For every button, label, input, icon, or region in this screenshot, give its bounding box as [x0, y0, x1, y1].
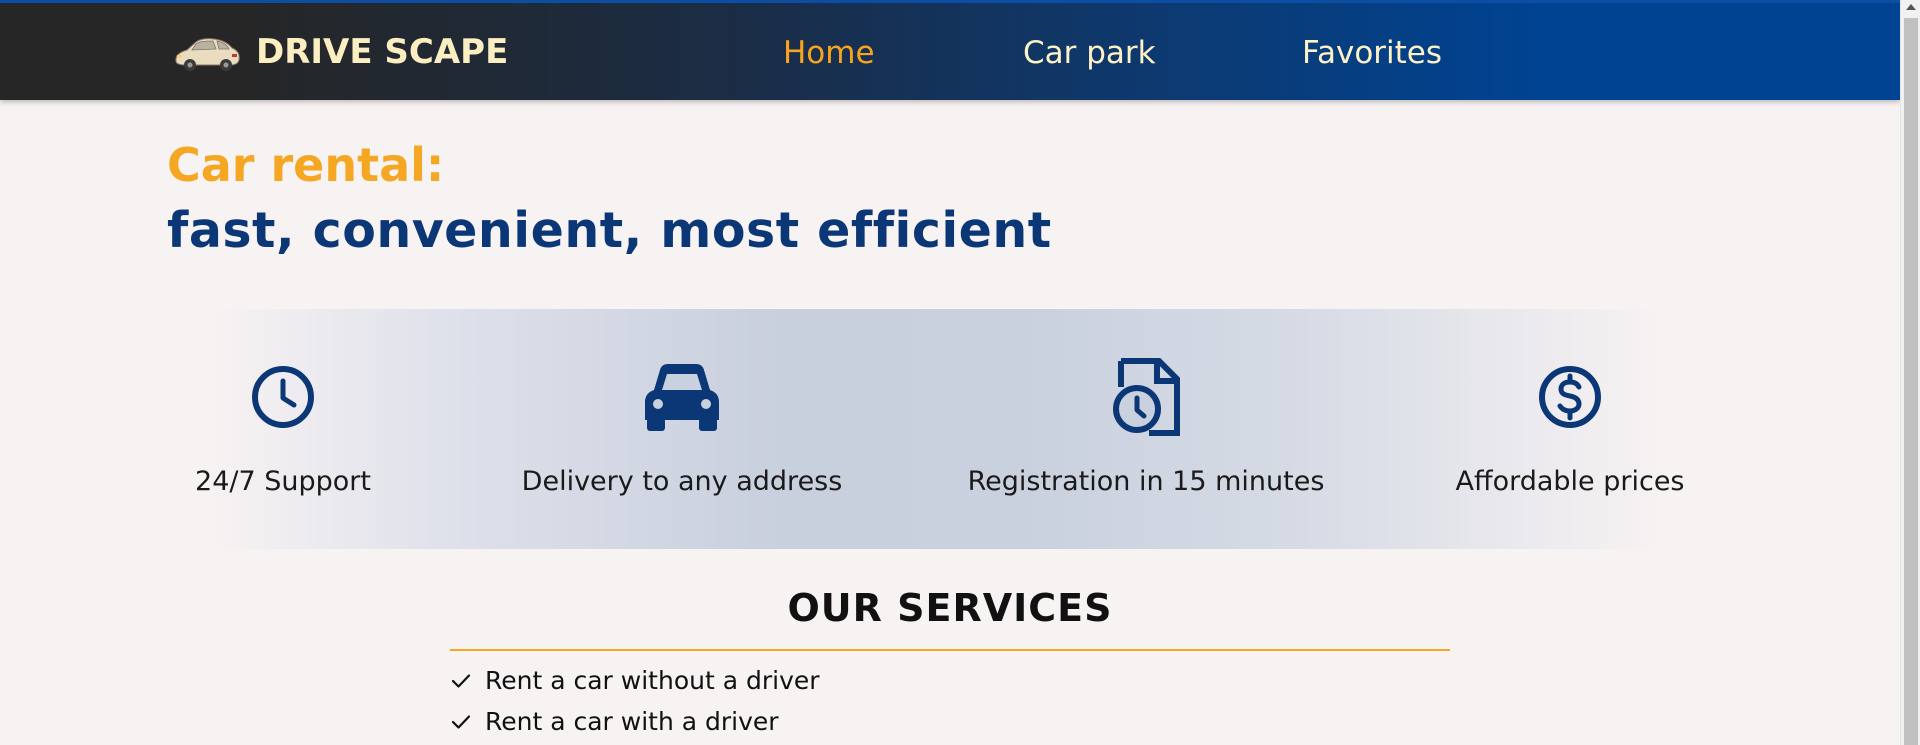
features-band: 24/7 Support Delivery to any address Reg… — [195, 309, 1685, 549]
nav-car-park[interactable]: Car park — [1023, 33, 1156, 73]
feature-label: 24/7 Support — [195, 466, 371, 497]
list-item: Rent a car without a driver — [451, 660, 820, 701]
top-navbar: DRIVE SCAPE Home Car park Favorites — [0, 0, 1900, 100]
scrollbar-thumb[interactable] — [1904, 18, 1918, 745]
feature-label: Delivery to any address — [521, 466, 843, 497]
check-icon — [451, 673, 471, 688]
nav-favorites[interactable]: Favorites — [1302, 33, 1442, 73]
feature-label: Registration in 15 minutes — [967, 466, 1325, 497]
car-icon — [642, 357, 722, 437]
feature-delivery: Delivery to any address — [492, 309, 872, 549]
services-list: Rent a car without a driver Rent a car w… — [451, 660, 820, 742]
feature-prices: Affordable prices — [1380, 309, 1760, 549]
brand-name: DRIVE SCAPE — [256, 32, 509, 72]
scroll-up-arrow-icon[interactable] — [1906, 4, 1916, 10]
feature-support: 24/7 Support — [93, 309, 473, 549]
service-label: Rent a car without a driver — [485, 666, 820, 695]
feature-label: Affordable prices — [1455, 466, 1685, 497]
service-label: Rent a car with a driver — [485, 707, 779, 736]
car-logo-icon — [175, 38, 240, 71]
nav-home[interactable]: Home — [783, 33, 875, 73]
list-item: Rent a car with a driver — [451, 701, 820, 742]
services-title: OUR SERVICES — [787, 586, 1113, 630]
hero-subtitle: fast, convenient, most efficient — [167, 202, 1052, 259]
clock-icon — [243, 357, 323, 437]
check-icon — [451, 714, 471, 729]
document-clock-icon — [1106, 357, 1186, 437]
hero-title: Car rental: — [167, 138, 445, 192]
page: DRIVE SCAPE Home Car park Favorites Car … — [0, 0, 1920, 745]
feature-registration: Registration in 15 minutes — [956, 309, 1336, 549]
brand-logo[interactable]: DRIVE SCAPE — [172, 31, 508, 73]
services-divider — [450, 649, 1450, 651]
dollar-icon — [1530, 357, 1610, 437]
vertical-scrollbar[interactable] — [1900, 0, 1920, 745]
